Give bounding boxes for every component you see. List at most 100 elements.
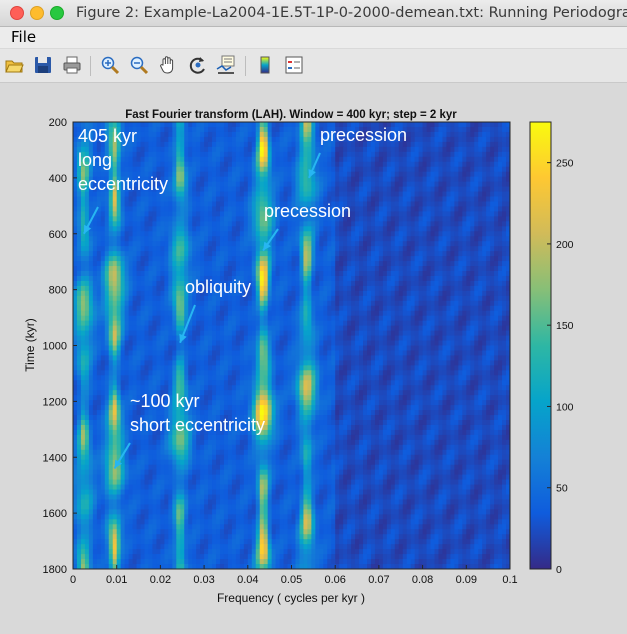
- heatmap-cell: [466, 176, 471, 183]
- heatmap-cell: [398, 241, 404, 247]
- rotate-icon[interactable]: [188, 55, 208, 75]
- heatmap-cell: [223, 310, 229, 317]
- heatmap-cell: [239, 146, 245, 153]
- heatmap-cell: [398, 266, 404, 272]
- heatmap-cell: [227, 186, 233, 193]
- heatmap-cell: [311, 305, 316, 312]
- heatmap-cell: [271, 320, 277, 327]
- heatmap-cell: [299, 156, 305, 163]
- save-icon[interactable]: [33, 55, 53, 75]
- heatmap-cell: [470, 181, 475, 188]
- heatmap-cell: [204, 186, 209, 193]
- heatmap-cell: [450, 236, 455, 242]
- minimize-window-button[interactable]: [30, 6, 44, 20]
- heatmap-cell: [355, 275, 360, 282]
- heatmap-cell: [430, 156, 436, 163]
- heatmap-cell: [279, 330, 285, 337]
- heatmap-cell: [351, 191, 356, 198]
- heatmap-cell: [227, 241, 233, 247]
- open-folder-icon[interactable]: [4, 55, 24, 75]
- heatmap-cell: [73, 300, 78, 307]
- heatmap-cell: [406, 151, 412, 158]
- heatmap-cell: [128, 295, 134, 302]
- heatmap-cell: [498, 122, 503, 128]
- heatmap-cell: [148, 325, 154, 332]
- heatmap-cell: [466, 161, 471, 168]
- heatmap-cell: [482, 126, 487, 133]
- zoom-in-icon[interactable]: [100, 55, 120, 75]
- heatmap-cell: [502, 266, 507, 272]
- heatmap-cell: [271, 176, 277, 183]
- heatmap-cell: [426, 266, 432, 272]
- heatmap-cell: [315, 241, 320, 247]
- heatmap-cell: [363, 285, 368, 292]
- heatmap-cell: [156, 300, 161, 307]
- heatmap-cell: [96, 325, 102, 332]
- heatmap-cell: [410, 231, 416, 237]
- heatmap-cell: [394, 171, 400, 178]
- heatmap-cell: [140, 325, 146, 332]
- heatmap-cell: [104, 241, 110, 247]
- close-window-button[interactable]: [10, 6, 24, 20]
- heatmap-cell: [347, 300, 352, 307]
- heatmap-cell: [204, 221, 209, 227]
- colorbar-icon[interactable]: [255, 55, 275, 75]
- heatmap-cell: [164, 271, 169, 277]
- heatmap-cell: [275, 295, 281, 302]
- heatmap-cell: [327, 171, 332, 178]
- heatmap-cell: [200, 186, 205, 193]
- heatmap-cell: [410, 166, 416, 173]
- heatmap-cell: [204, 141, 209, 148]
- heatmap-cell: [247, 340, 253, 347]
- heatmap-cell: [200, 151, 205, 158]
- heatmap-cell: [116, 315, 122, 322]
- heatmap-cell: [279, 126, 285, 133]
- heatmap-cell: [502, 131, 507, 138]
- heatmap-cell: [200, 176, 205, 183]
- heatmap-cell: [458, 181, 463, 188]
- heatmap-cell: [311, 176, 316, 183]
- heatmap-cell: [160, 131, 165, 138]
- heatmap-cell: [219, 166, 225, 173]
- heatmap-cell: [212, 231, 217, 237]
- heatmap-cell: [216, 231, 221, 237]
- heatmap-cell: [426, 226, 432, 232]
- heatmap-cell: [73, 126, 78, 133]
- heatmap-cell: [212, 176, 217, 183]
- pan-hand-icon[interactable]: [158, 55, 178, 75]
- heatmap-cell: [104, 206, 110, 212]
- heatmap-cell: [339, 246, 344, 252]
- heatmap-cell: [347, 241, 352, 247]
- heatmap-cell: [152, 290, 158, 297]
- heatmap-cell: [343, 300, 348, 307]
- heatmap-cell: [426, 246, 432, 252]
- heatmap-cell: [140, 266, 146, 272]
- heatmap-cell: [386, 251, 392, 257]
- heatmap-cell: [235, 161, 241, 168]
- periodogram-figure[interactable]: Fast Fourier transform (LAH). Window = 4…: [0, 83, 627, 629]
- heatmap-cell: [418, 201, 424, 208]
- zoom-window-button[interactable]: [50, 6, 64, 20]
- heatmap-cell: [180, 241, 185, 247]
- heatmap-cell: [184, 241, 189, 247]
- heatmap-cell: [450, 151, 455, 158]
- heatmap-cell: [386, 256, 392, 262]
- heatmap-cell: [366, 151, 372, 158]
- heatmap-cell: [295, 122, 301, 128]
- heatmap-cell: [208, 216, 213, 222]
- data-cursor-icon[interactable]: [216, 55, 236, 75]
- print-icon[interactable]: [62, 55, 82, 75]
- menu-file[interactable]: File: [11, 28, 36, 46]
- heatmap-cell: [73, 335, 78, 342]
- heatmap-cell: [366, 325, 372, 332]
- heatmap-cell: [454, 261, 459, 267]
- heatmap-cell: [359, 216, 364, 222]
- heatmap-cell: [299, 236, 305, 242]
- heatmap-cell: [223, 315, 229, 322]
- heatmap-cell: [426, 136, 432, 143]
- heatmap-cell: [243, 131, 249, 138]
- zoom-out-icon[interactable]: [129, 55, 149, 75]
- heatmap-cell: [255, 186, 261, 193]
- heatmap-cell: [482, 335, 487, 342]
- legend-icon[interactable]: [284, 55, 304, 75]
